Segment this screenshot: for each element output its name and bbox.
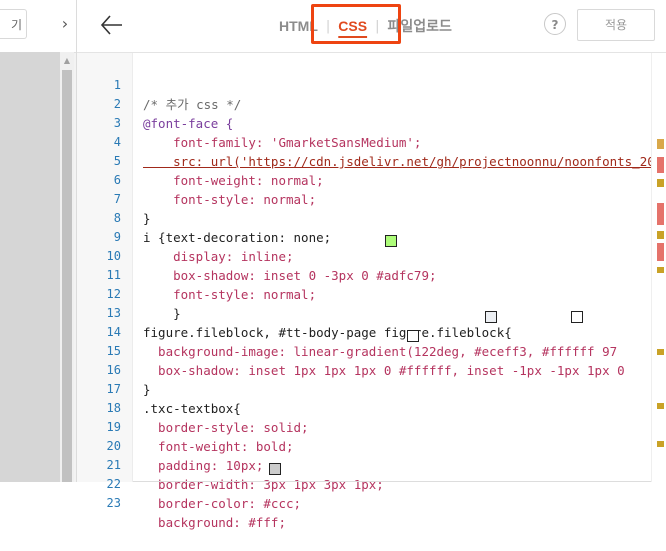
color-swatch-light [485, 311, 497, 323]
css-tab-highlight [311, 4, 401, 44]
code-text: font-style: normal; [143, 192, 317, 207]
preview-scrollbar-thumb[interactable] [62, 70, 72, 482]
scroll-marker [657, 203, 664, 225]
code-text: .txc-textbox{ [143, 401, 241, 416]
scroll-marker [657, 179, 664, 187]
scroll-marker [657, 267, 664, 273]
code-line: 20 padding: 10px; [77, 418, 264, 473]
code-text: padding: 10px; [143, 458, 264, 473]
code-line: 6 font-style: normal; [77, 152, 316, 207]
editor-toolbar: HTML | CSS | 파일업로드 ? 적용 [77, 0, 666, 53]
code-line: 19 font-weight: bold; [77, 399, 294, 454]
code-text: font-weight: normal; [143, 173, 324, 188]
color-swatch-green [385, 235, 397, 247]
code-line: 8 i {text-decoration: none; [77, 190, 331, 245]
color-swatch-gray [269, 463, 281, 475]
code-line: 10 box-shadow: inset 0 -3px 0 #adfc79; [77, 228, 437, 283]
code-line: 4 src: url('https://cdn.jsdelivr.net/gh/… [77, 114, 655, 169]
preview-area [0, 52, 60, 482]
code-text: display: inline; [143, 249, 294, 264]
code-line: 3 font-family: 'GmarketSansMedium'; [77, 95, 422, 150]
code-text: } [143, 306, 181, 321]
code-line: 12 } [77, 266, 181, 321]
scroll-marker [657, 231, 664, 239]
code-text: font-weight: bold; [143, 439, 294, 454]
preview-button[interactable]: 기 [0, 9, 27, 39]
color-swatch-white [571, 311, 583, 323]
code-line: 7 } [77, 171, 151, 226]
line-number: 23 [106, 496, 121, 510]
code-text: border-style: solid; [143, 420, 309, 435]
code-text: /* 추가 css */ [143, 97, 242, 112]
code-text: src: url('https://cdn.jsdelivr.net/gh/pr… [143, 154, 655, 169]
code-text: box-shadow: inset 1px 1px 1px 0 #ffffff,… [143, 363, 625, 378]
code-text: } [143, 382, 151, 397]
apply-button[interactable]: 적용 [577, 9, 655, 41]
code-line: 11 font-style: normal; [77, 247, 317, 302]
color-swatch-white [407, 330, 419, 342]
preview-toolbar: 기 › [0, 0, 76, 53]
code-text: i {text-decoration: none; [143, 230, 332, 245]
code-line: 17 .txc-textbox{ [77, 361, 241, 416]
code-line: 14 background-image: linear-gradient(122… [77, 304, 618, 359]
code-line: 5 font-weight: normal; [77, 133, 324, 188]
code-line: 18 border-style: solid; [77, 380, 309, 435]
code-line: 21 border-width: 3px 1px 3px 1px; [77, 437, 384, 492]
scroll-marker [657, 243, 664, 261]
chevron-right-icon[interactable]: › [56, 13, 74, 35]
code-text: border-color: #ccc; [143, 496, 302, 511]
code-text: border-width: 3px 1px 3px 1px; [143, 477, 384, 492]
code-line: 13 figure.fileblock, #tt-body-page figur… [77, 285, 512, 340]
code-line: 22 border-color: #ccc; [77, 456, 302, 511]
scroll-marker [657, 403, 664, 409]
code-line: 9 display: inline; [77, 209, 294, 264]
scroll-up-arrow-icon[interactable]: ▲ [60, 56, 74, 66]
help-icon[interactable]: ? [544, 13, 566, 35]
code-line: 1 /* 추가 css */ [77, 57, 242, 112]
code-line: 2 @font-face { [77, 76, 234, 131]
css-code-editor[interactable]: 1 /* 추가 css */ 2 @font-face { 3 font-fam… [77, 53, 666, 530]
code-text: } [143, 211, 151, 226]
code-line: 16 } [77, 342, 151, 397]
scroll-marker [657, 349, 664, 355]
back-arrow-icon[interactable] [99, 12, 125, 38]
code-text: font-style: normal; [143, 287, 317, 302]
code-text: box-shadow: inset 0 -3px 0 #adfc79; [143, 268, 437, 283]
code-text: font-family: 'GmarketSansMedium'; [143, 135, 422, 150]
code-text: @font-face { [143, 116, 234, 131]
code-text: background: #fff; [143, 515, 286, 530]
code-line: 15 box-shadow: inset 1px 1px 1px 0 #ffff… [77, 323, 625, 378]
code-text: background-image: linear-gradient(122deg… [143, 344, 618, 359]
scroll-marker [657, 441, 664, 447]
code-line: 23 background: #fff; [77, 475, 286, 530]
code-text: figure.fileblock, #tt-body-page figure.f… [143, 325, 512, 340]
scroll-marker [657, 157, 664, 173]
scroll-marker [657, 139, 664, 149]
